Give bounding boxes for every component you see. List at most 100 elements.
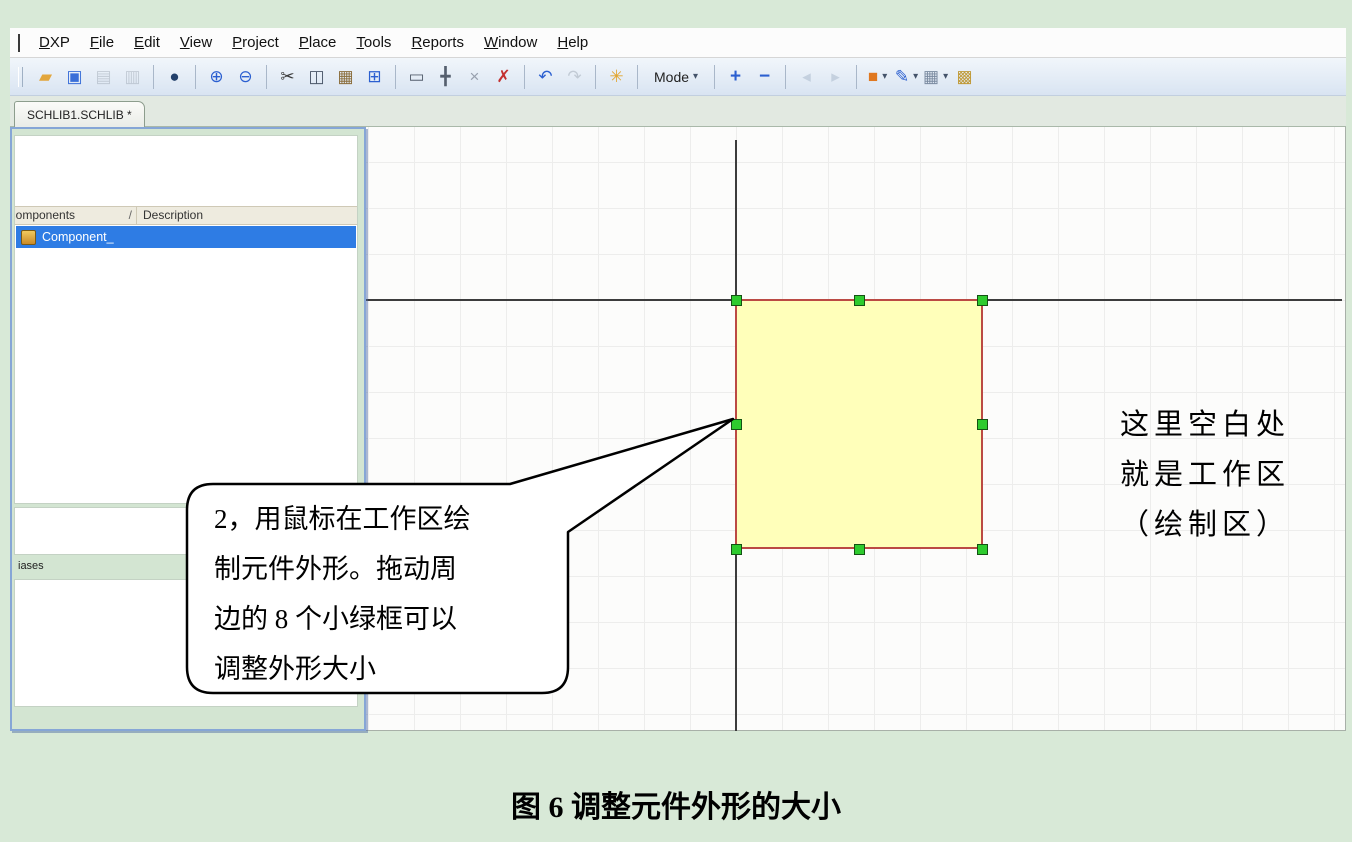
- menu-reports[interactable]: Reports: [402, 31, 473, 54]
- resize-handle-se[interactable]: [977, 544, 988, 555]
- snapshot-glyph: ▩: [957, 67, 973, 87]
- callout-text: 2，用鼠标在工作区绘 制元件外形。拖动周 边的 8 个小绿框可以 调整外形大小: [214, 494, 554, 694]
- description-column-header[interactable]: Description: [137, 207, 357, 224]
- previous-part-glyph: ◂: [802, 67, 811, 87]
- panel-section-label: iases: [18, 560, 44, 572]
- snapshot-icon[interactable]: ▩: [951, 64, 978, 90]
- components-column-header[interactable]: Components /: [15, 207, 137, 224]
- resize-handle-n[interactable]: [854, 295, 865, 306]
- print-icon[interactable]: ▤: [90, 64, 117, 90]
- zoom-in-glyph: ⊕: [209, 67, 223, 87]
- open-glyph: ▰: [39, 67, 52, 87]
- menubar-grip[interactable]: [18, 34, 20, 52]
- zoom-out-icon[interactable]: ⊖: [232, 64, 259, 90]
- delete-glyph: ✗: [496, 67, 510, 87]
- paste-array-glyph: ⊞: [367, 67, 381, 87]
- copy-icon[interactable]: ◫: [303, 64, 330, 90]
- next-part-icon[interactable]: ▸: [822, 64, 849, 90]
- ieee-symbols-icon[interactable]: ▦▾: [922, 64, 949, 90]
- toolbar: ▰▣▤▥●⊕⊖✂◫▦⊞▭╋×✗↶↷✳Mode▾+−◂▸■▾✎▾▦▾▩: [10, 58, 1346, 96]
- print-glyph: ▤: [95, 67, 111, 87]
- ieee-symbols-glyph: ▦: [923, 67, 939, 87]
- dropdown-arrow-icon: ▾: [943, 71, 948, 82]
- page: DXPFileEditViewProjectPlaceToolsReportsW…: [0, 0, 1352, 842]
- cut-glyph: ✂: [280, 67, 294, 87]
- undo-icon[interactable]: ↶: [532, 64, 559, 90]
- tab-label: SCHLIB1.SCHLIB *: [27, 108, 132, 122]
- menubar-items: DXPFileEditViewProjectPlaceToolsReportsW…: [30, 31, 599, 54]
- help-advisor-glyph: ✳: [609, 67, 623, 87]
- resize-handle-e[interactable]: [977, 419, 988, 430]
- cross-probe-icon[interactable]: ×: [461, 64, 488, 90]
- save-glyph: ▣: [66, 67, 82, 87]
- component-icon: [21, 230, 36, 245]
- menu-help[interactable]: Help: [548, 31, 597, 54]
- remove-part-icon[interactable]: −: [751, 64, 778, 90]
- previous-part-icon[interactable]: ◂: [793, 64, 820, 90]
- paste-array-icon[interactable]: ⊞: [361, 64, 388, 90]
- menu-dxp[interactable]: DXP: [30, 31, 79, 54]
- place-pin-icon[interactable]: ╋: [432, 64, 459, 90]
- place-pin-glyph: ╋: [440, 67, 450, 87]
- dropdown-arrow-icon: ▾: [882, 71, 887, 82]
- toolbar-separator: [714, 65, 715, 89]
- component-name: Component_: [42, 230, 114, 244]
- save-icon[interactable]: ▣: [61, 64, 88, 90]
- resize-handle-ne[interactable]: [977, 295, 988, 306]
- toolbar-separator: [856, 65, 857, 89]
- place-rectangle-icon[interactable]: ▭: [403, 64, 430, 90]
- next-part-glyph: ▸: [831, 67, 840, 87]
- resize-handle-nw[interactable]: [731, 295, 742, 306]
- redo-glyph: ↷: [567, 67, 581, 87]
- remove-part-glyph: −: [759, 66, 770, 88]
- drawing-tools-icon[interactable]: ✎▾: [893, 64, 920, 90]
- add-part-glyph: +: [730, 66, 741, 88]
- toolbar-separator: [395, 65, 396, 89]
- cut-icon[interactable]: ✂: [274, 64, 301, 90]
- toolbar-separator: [266, 65, 267, 89]
- resize-handle-s[interactable]: [854, 544, 865, 555]
- component-rectangle[interactable]: [735, 299, 983, 549]
- model-tools-icon[interactable]: ■▾: [864, 64, 891, 90]
- drawing-tools-glyph: ✎: [895, 67, 909, 87]
- figure-caption: 图 6 调整元件外形的大小: [0, 782, 1352, 826]
- dropdown-arrow-icon: ▾: [913, 71, 918, 82]
- toolbar-separator: [595, 65, 596, 89]
- menu-project[interactable]: Project: [223, 31, 288, 54]
- print-preview-icon[interactable]: ▥: [119, 64, 146, 90]
- toolbar-separator: [785, 65, 786, 89]
- browse-library-icon[interactable]: ●: [161, 64, 188, 90]
- print-preview-glyph: ▥: [124, 67, 140, 87]
- place-rectangle-glyph: ▭: [408, 67, 424, 87]
- mode-button-label: Mode: [654, 69, 689, 85]
- toolbar-grip[interactable]: [18, 67, 23, 87]
- toolbar-separator: [524, 65, 525, 89]
- redo-icon[interactable]: ↷: [561, 64, 588, 90]
- tab-schlib1[interactable]: SCHLIB1.SCHLIB *: [14, 101, 145, 128]
- zoom-in-icon[interactable]: ⊕: [203, 64, 230, 90]
- menu-place[interactable]: Place: [290, 31, 346, 54]
- open-icon[interactable]: ▰: [32, 64, 59, 90]
- dropdown-arrow-icon: ▾: [693, 71, 698, 82]
- help-advisor-icon[interactable]: ✳: [603, 64, 630, 90]
- menu-window[interactable]: Window: [475, 31, 546, 54]
- description-header-label: Description: [143, 208, 203, 222]
- add-part-icon[interactable]: +: [722, 64, 749, 90]
- workspace-note: 这里空白处 就是工作区 （绘制区）: [1095, 400, 1315, 550]
- menu-file[interactable]: File: [81, 31, 123, 54]
- cross-probe-glyph: ×: [470, 67, 480, 87]
- tab-strip: SCHLIB1.SCHLIB *: [10, 96, 1346, 127]
- browse-library-glyph: ●: [169, 67, 179, 87]
- components-header-label: Components: [15, 208, 75, 223]
- toolbar-separator: [195, 65, 196, 89]
- menubar: DXPFileEditViewProjectPlaceToolsReportsW…: [10, 28, 1346, 58]
- menu-edit[interactable]: Edit: [125, 31, 169, 54]
- menu-tools[interactable]: Tools: [347, 31, 400, 54]
- mode-button[interactable]: Mode ▾: [646, 66, 706, 88]
- menu-view[interactable]: View: [171, 31, 221, 54]
- components-list-header: Components / Description: [15, 206, 357, 225]
- paste-icon[interactable]: ▦: [332, 64, 359, 90]
- component-row-selected[interactable]: Component_: [16, 226, 356, 248]
- delete-icon[interactable]: ✗: [490, 64, 517, 90]
- toolbar-separator: [637, 65, 638, 89]
